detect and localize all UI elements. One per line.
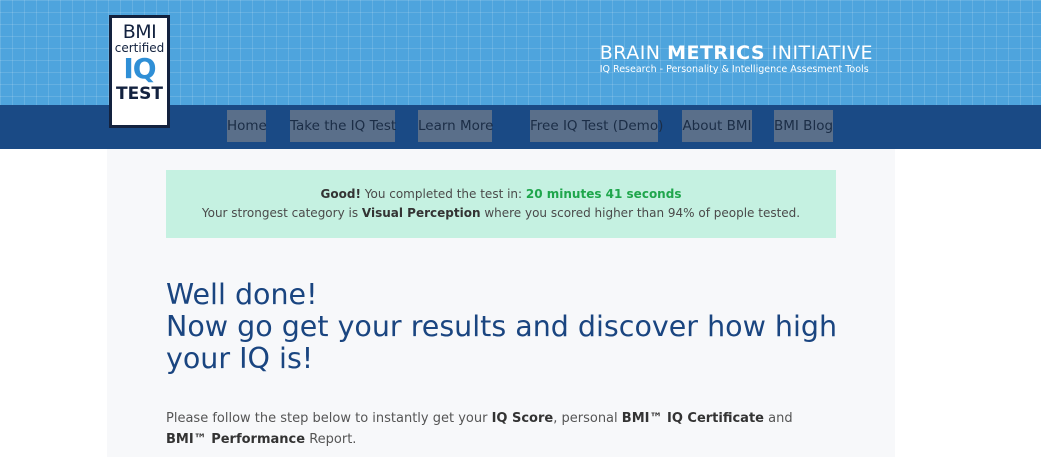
logo-test-text: TEST [115, 84, 164, 104]
nav-item-home[interactable]: Home [227, 110, 267, 142]
notice-category: Visual Perception [361, 206, 481, 220]
nav-item-free-demo[interactable]: Free IQ Test (Demo) [530, 110, 663, 142]
brand-name-part2: METRICS [667, 42, 766, 64]
nav-item-blog[interactable]: BMI Blog [774, 110, 833, 142]
headline-line1: Well done! [166, 278, 318, 311]
notice-good: Good! [320, 187, 361, 201]
nav-item-about[interactable]: About BMI [682, 110, 752, 142]
logo-iq-text: IQ [123, 52, 156, 85]
brand-tagline: IQ Research - Personality & Intelligence… [599, 64, 869, 75]
notice-time: 20 minutes 41 seconds [525, 187, 682, 201]
intro-text: Please follow the step below to instantl… [166, 408, 826, 450]
notice-category-line: Your strongest category is Visual Percep… [166, 205, 836, 221]
brand-block[interactable]: BRAIN METRICS INITIATIVE IQ Research - P… [600, 42, 873, 76]
brand-name: BRAIN METRICS INITIATIVE [600, 42, 873, 64]
intro-b3: BMI™ Performance [166, 432, 306, 447]
brand-name-part1: BRAIN [599, 42, 668, 64]
notice-strongest-prefix: Your strongest category is [201, 206, 362, 220]
headline-line2: Now go get your results and discover how… [166, 310, 838, 375]
logo-bmi-text: BMI [122, 21, 157, 43]
intro-t3: and [764, 411, 793, 426]
intro-t4: Report. [305, 432, 357, 447]
page-headline: Well done! Now go get your results and d… [166, 279, 846, 375]
bmi-logo[interactable]: BMI certified IQ TEST [109, 15, 170, 128]
nav-item-take-test[interactable]: Take the IQ Test [290, 110, 396, 142]
notice-completed-text: You completed the test in: [360, 187, 526, 201]
intro-t1: Please follow the step below to instantl… [166, 411, 492, 426]
brand-name-part3: INITIATIVE [765, 42, 873, 64]
result-notice: Good! You completed the test in: 20 minu… [166, 170, 836, 238]
notice-strongest-suffix: where you scored higher than 94% of peop… [480, 206, 801, 220]
notice-time-line: Good! You completed the test in: 20 minu… [166, 186, 836, 202]
intro-b2: BMI™ IQ Certificate [621, 411, 764, 426]
intro-t2: , personal [553, 411, 622, 426]
nav-item-learn-more[interactable]: Learn More [418, 110, 494, 142]
intro-b1: IQ Score [491, 411, 554, 426]
